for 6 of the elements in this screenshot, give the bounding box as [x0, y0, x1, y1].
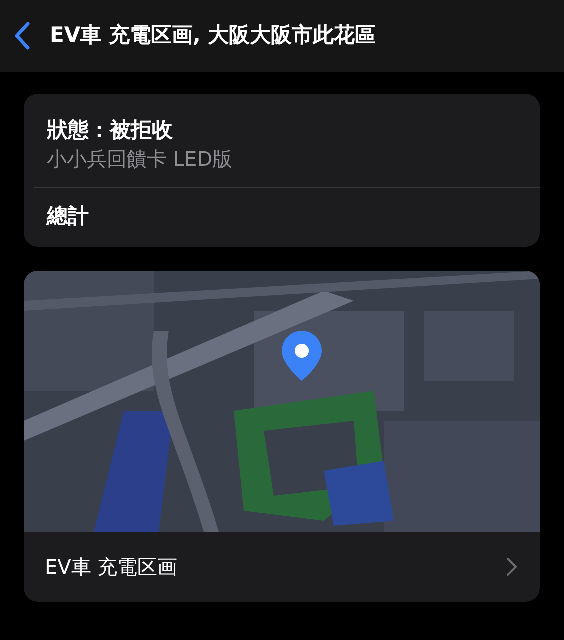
total-label: 總計	[46, 203, 90, 230]
item-name: 小小兵回饋卡 LED版	[47, 147, 234, 172]
page-title: EV車 充電区画, 大阪大阪市此花區	[50, 22, 376, 50]
back-button[interactable]	[14, 22, 30, 50]
status-text: 狀態：被拒收	[47, 118, 174, 144]
chevron-icon	[506, 557, 518, 578]
